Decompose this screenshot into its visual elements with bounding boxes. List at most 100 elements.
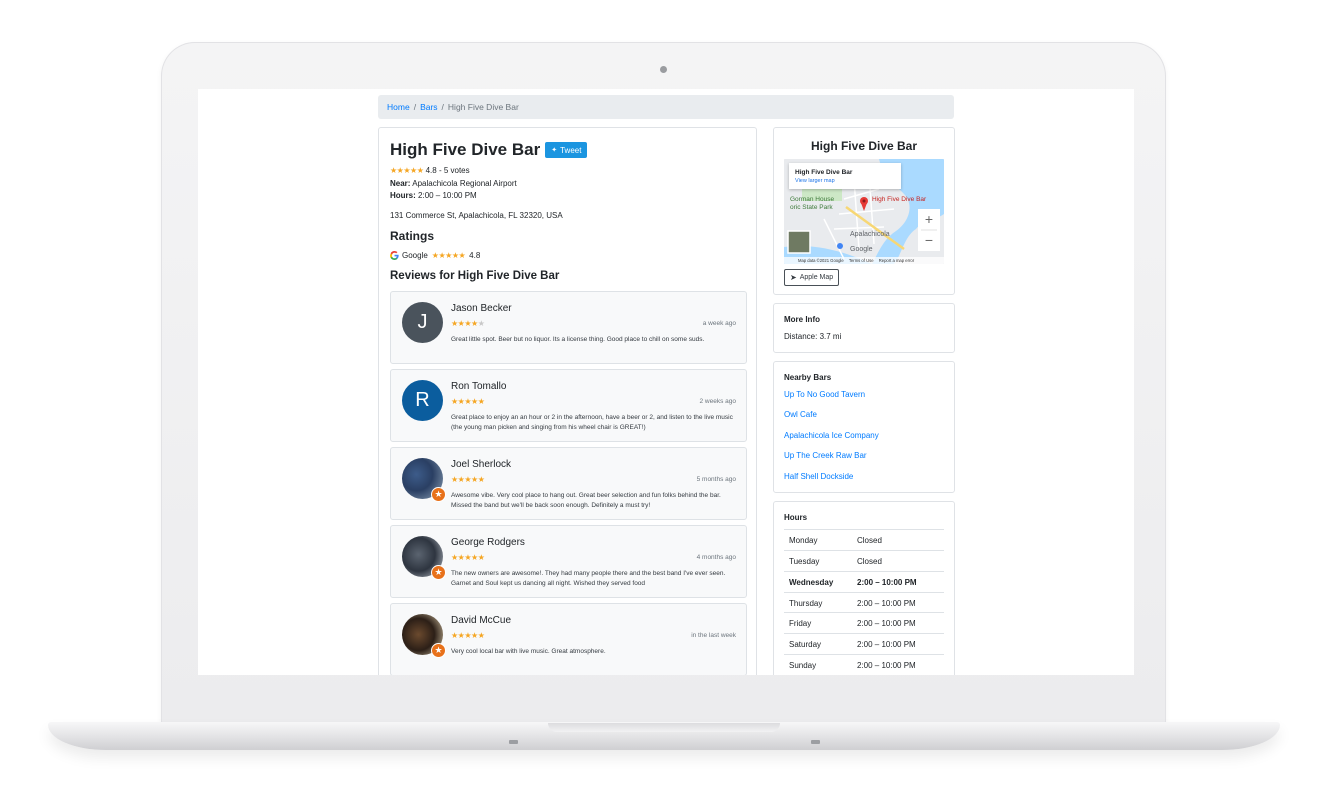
- google-value: 4.8: [469, 251, 481, 260]
- breadcrumb-bars-link[interactable]: Bars: [420, 102, 437, 112]
- view-larger-map-link[interactable]: View larger map: [795, 178, 835, 184]
- review-text: Awesome vibe. Very cool place to hang ou…: [451, 492, 721, 509]
- zoom-in-button[interactable]: +: [918, 210, 940, 229]
- reviewer-name: George Rodgers: [451, 537, 525, 548]
- reviewer-name: Jason Becker: [451, 303, 512, 314]
- review-time: in the last week: [691, 632, 736, 639]
- rating-summary: ★★★★★ 4.8 - 5 votes: [390, 166, 470, 175]
- breadcrumb-current: High Five Dive Bar: [447, 102, 519, 112]
- map-card: High Five Dive Bar High Five Dive Bar Vi…: [773, 127, 955, 295]
- twitter-icon: ✦: [551, 147, 558, 154]
- review-stars: ★★★★★: [451, 475, 485, 484]
- reviewer-name: Joel Sherlock: [451, 459, 512, 470]
- review-stars: ★★★★★: [451, 397, 485, 406]
- avatar: ★: [402, 458, 446, 502]
- hours-day: Friday: [789, 618, 812, 628]
- nearby-bar-link[interactable]: Half Shell Dockside: [784, 472, 853, 481]
- local-guide-badge-icon: ★: [431, 643, 446, 658]
- zoom-out-button[interactable]: −: [918, 231, 940, 250]
- page-title: High Five Dive Bar: [390, 140, 541, 159]
- avatar: J: [402, 302, 443, 343]
- rating-stars: ★★★★★: [390, 166, 424, 175]
- hours-day: Monday: [789, 535, 818, 545]
- hours-row: Sunday 2:00 – 10:00 PM: [784, 654, 944, 675]
- map-label-city: Apalachicola: [850, 231, 890, 238]
- near-value: Apalachicola Regional Airport: [412, 179, 517, 188]
- hours-row: Thursday 2:00 – 10:00 PM: [784, 592, 944, 613]
- review-time: a week ago: [702, 320, 736, 327]
- map-label-park: Gorman House oric State Park: [790, 196, 834, 212]
- distance-text: Distance: 3.7 mi: [784, 332, 842, 341]
- hours-time: 2:00 – 10:00 PM: [857, 577, 917, 587]
- map-popup-title: High Five Dive Bar: [795, 169, 853, 176]
- local-guide-badge-icon: ★: [431, 487, 446, 502]
- reviewer-name: Ron Tomallo: [451, 381, 507, 392]
- map-terms-link[interactable]: Terms of Use: [849, 258, 874, 263]
- map-label-park-line: oric State Park: [790, 204, 833, 211]
- hours-day: Wednesday: [789, 577, 834, 587]
- rating-text: 4.8 - 5 votes: [425, 166, 470, 175]
- hours-title: Hours: [784, 513, 808, 522]
- nearby-bar-link[interactable]: Owl Cafe: [784, 410, 817, 419]
- review-time: 4 months ago: [696, 554, 736, 561]
- hours-row: Friday 2:00 – 10:00 PM: [784, 612, 944, 633]
- review-time: 2 weeks ago: [699, 398, 737, 405]
- hours-day: Tuesday: [789, 556, 820, 566]
- hours-card: Hours Monday Closed Tuesday Closed Wedne…: [773, 501, 955, 675]
- map-footer: Map data ©2021 Google Terms of Use Repor…: [784, 257, 944, 264]
- ratings-heading: Ratings: [390, 229, 435, 243]
- hours-value: 2:00 – 10:00 PM: [418, 191, 477, 200]
- laptop-foot: [811, 740, 820, 744]
- review-card: ★ David McCue ★★★★★ in the last week Ver…: [390, 603, 747, 675]
- more-info-card: More Info Distance: 3.7 mi: [773, 303, 955, 353]
- hours-line: Hours: 2:00 – 10:00 PM: [390, 191, 477, 200]
- nearby-bars-title: Nearby Bars: [784, 373, 832, 382]
- review-card: ★ George Rodgers ★★★★★ 4 months ago The …: [390, 525, 747, 598]
- map-info-popup: High Five Dive Bar View larger map: [789, 163, 901, 189]
- google-rating: Google ★★★★★ 4.8: [390, 251, 480, 260]
- hours-label: Hours:: [390, 191, 416, 200]
- avatar: R: [402, 380, 443, 421]
- hours-time: Closed: [857, 535, 882, 545]
- map-label-park-line: Gorman House: [790, 196, 835, 203]
- map-report-link[interactable]: Report a map error: [879, 258, 914, 263]
- nearby-bar-link[interactable]: Up To No Good Tavern: [784, 390, 865, 399]
- embedded-map[interactable]: High Five Dive Bar View larger map Gorma…: [784, 159, 944, 264]
- avatar: ★: [402, 614, 446, 658]
- near-line: Near: Apalachicola Regional Airport: [390, 179, 517, 188]
- nearby-bar-link[interactable]: Apalachicola Ice Company: [784, 431, 879, 440]
- hours-time: Closed: [857, 556, 882, 566]
- laptop-foot: [509, 740, 518, 744]
- breadcrumb-home-link[interactable]: Home: [387, 102, 410, 112]
- hours-time: 2:00 – 10:00 PM: [857, 660, 916, 670]
- tweet-label: Tweet: [560, 145, 582, 155]
- google-stars: ★★★★★: [431, 251, 466, 260]
- review-text: Great little spot. Beer but no liquor. I…: [451, 336, 705, 343]
- google-label: Google: [402, 251, 428, 260]
- address: 131 Commerce St, Apalachicola, FL 32320,…: [390, 211, 563, 220]
- avatar: ★: [402, 536, 446, 580]
- hours-time: 2:00 – 10:00 PM: [857, 639, 916, 649]
- local-guide-badge-icon: ★: [431, 565, 446, 580]
- review-card: J Jason Becker ★★★★★ a week ago Great li…: [390, 291, 747, 364]
- review-stars: ★★★★★: [451, 553, 485, 562]
- hours-time: 2:00 – 10:00 PM: [857, 598, 916, 608]
- tweet-button[interactable]: ✦ Tweet: [545, 142, 588, 158]
- nearby-bar-link[interactable]: Up The Creek Raw Bar: [784, 451, 867, 460]
- review-text: Great place to enjoy an an hour or 2 in …: [451, 414, 733, 431]
- browser-viewport: Home / Bars / High Five Dive Bar High Fi…: [198, 89, 1134, 675]
- review-text: The new owners are awesome!. They had ma…: [451, 570, 726, 587]
- navigation-arrow-icon: ➤: [790, 273, 797, 282]
- review-stars: ★★★★★: [451, 631, 485, 640]
- reviewer-name: David McCue: [451, 615, 512, 626]
- google-logo: Google: [850, 246, 873, 253]
- map-marker-label: High Five Dive Bar: [872, 196, 927, 203]
- title-row: High Five Dive Bar ✦ Tweet: [390, 140, 588, 160]
- more-info-title: More Info: [784, 315, 820, 324]
- hours-row: Saturday 2:00 – 10:00 PM: [784, 633, 944, 654]
- review-card: R Ron Tomallo ★★★★★ 2 weeks ago Great pl…: [390, 369, 747, 442]
- camera-icon: [660, 66, 667, 73]
- apple-map-label: Apple Map: [799, 274, 834, 281]
- apple-map-button[interactable]: ➤ Apple Map: [784, 269, 840, 286]
- hours-day: Saturday: [789, 639, 822, 649]
